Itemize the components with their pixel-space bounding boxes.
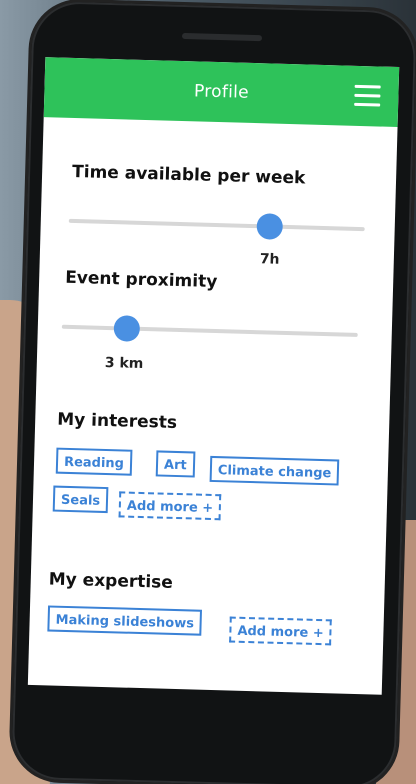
phone-screen: Profile Time available per week 7h Event… <box>27 57 400 695</box>
interest-tag-climate-change[interactable]: Climate change <box>209 455 340 486</box>
add-interest-button[interactable]: Add more + <box>118 491 222 521</box>
time-available-label: Time available per week <box>71 161 306 189</box>
time-available-value: 7h <box>259 251 280 268</box>
interests-title: My interests <box>56 409 178 433</box>
interest-tag-seals[interactable]: Seals <box>52 485 109 514</box>
hamburger-menu-icon[interactable] <box>354 84 381 108</box>
slider-track <box>68 218 365 232</box>
page-title: Profile <box>193 81 250 103</box>
add-expertise-button[interactable]: Add more + <box>229 616 333 646</box>
event-proximity-slider[interactable] <box>61 314 358 348</box>
event-proximity-value: 3 km <box>104 354 144 373</box>
slider-thumb[interactable] <box>113 315 141 342</box>
interest-tag-reading[interactable]: Reading <box>55 447 133 476</box>
slider-track <box>61 324 358 337</box>
app-header: Profile <box>43 57 400 128</box>
expertise-tag-making-slideshows[interactable]: Making slideshows <box>47 605 203 636</box>
expertise-title: My expertise <box>48 569 174 593</box>
event-proximity-label: Event proximity <box>64 267 218 293</box>
speaker-grille <box>181 32 263 42</box>
phone-frame: Profile Time available per week 7h Event… <box>11 0 416 784</box>
time-available-slider[interactable] <box>68 208 365 242</box>
slider-thumb[interactable] <box>256 213 284 240</box>
interest-tag-art[interactable]: Art <box>155 450 196 478</box>
photo-background: Profile Time available per week 7h Event… <box>0 0 416 784</box>
